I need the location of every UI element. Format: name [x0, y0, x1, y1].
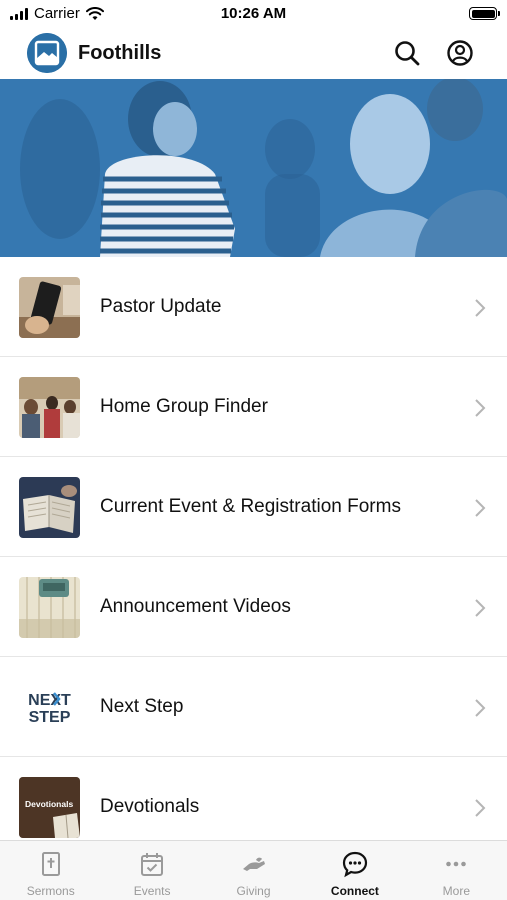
connect-menu-list: Pastor Update Home Group Finder Current … — [0, 257, 507, 857]
tab-giving[interactable]: Giving — [203, 841, 304, 900]
pastor-update-thumbnail — [19, 277, 80, 338]
chevron-right-icon — [475, 299, 486, 317]
list-item-label: Devotionals — [100, 796, 200, 817]
list-item-announcement-videos[interactable]: Announcement Videos — [0, 557, 507, 657]
list-item-home-group-finder[interactable]: Home Group Finder — [0, 357, 507, 457]
ellipsis-icon — [446, 861, 467, 867]
list-item-label: Current Event & Registration Forms — [100, 496, 401, 517]
next-step-logo-text-2: STEP — [29, 709, 71, 726]
next-step-logo-text-1: NEXT — [28, 692, 71, 709]
app-title: Foothills — [78, 42, 162, 64]
list-item-label: Home Group Finder — [100, 396, 268, 417]
chevron-right-icon — [475, 799, 486, 817]
church-logo-icon — [27, 33, 67, 73]
list-item-next-step[interactable]: NEXT STEP Next Step — [0, 657, 507, 757]
battery-icon — [469, 7, 500, 20]
list-item-label: Next Step — [100, 696, 184, 717]
search-icon[interactable] — [393, 39, 421, 67]
next-step-logo: NEXT STEP — [19, 677, 80, 738]
bible-icon — [41, 852, 60, 876]
tab-sermons[interactable]: Sermons — [0, 841, 101, 900]
tab-label: Sermons — [26, 884, 75, 898]
list-item-pastor-update[interactable]: Pastor Update — [0, 257, 507, 357]
chevron-right-icon — [475, 499, 486, 517]
profile-icon[interactable] — [446, 39, 474, 67]
tab-label: Connect — [330, 884, 379, 898]
bottom-tab-bar: Sermons Events Giving Connect More — [0, 840, 507, 900]
list-item-current-event-registration[interactable]: Current Event & Registration Forms — [0, 457, 507, 557]
calendar-icon — [141, 853, 164, 876]
announcement-videos-thumbnail — [19, 577, 80, 638]
devotionals-thumb-text: Devotionals — [25, 799, 73, 809]
list-item-label: Announcement Videos — [100, 596, 291, 617]
chevron-right-icon — [475, 699, 486, 717]
tab-label: Events — [133, 884, 171, 898]
current-event-thumbnail — [19, 477, 80, 538]
chevron-right-icon — [475, 599, 486, 617]
hero-banner-image — [0, 79, 507, 257]
app-header: Foothills — [0, 28, 507, 78]
tab-label: More — [442, 884, 470, 898]
giving-hand-icon — [242, 857, 265, 871]
chevron-right-icon — [475, 399, 486, 417]
status-time: 10:26 AM — [220, 5, 287, 22]
list-item-label: Pastor Update — [100, 296, 222, 317]
tab-events[interactable]: Events — [101, 841, 202, 900]
tab-label: Giving — [236, 884, 271, 898]
status-bar: Carrier 10:26 AM — [0, 0, 507, 28]
chat-bubble-icon — [342, 851, 368, 878]
home-group-finder-thumbnail — [19, 377, 80, 438]
tab-connect[interactable]: Connect — [304, 841, 405, 900]
devotionals-thumbnail: Devotionals — [19, 777, 80, 838]
tab-more[interactable]: More — [406, 841, 507, 900]
